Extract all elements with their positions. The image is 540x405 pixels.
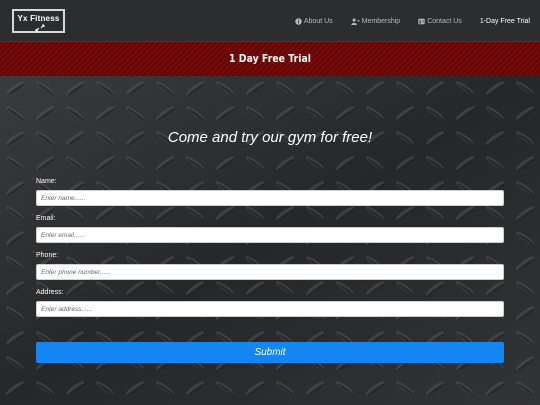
expand-arrows-icon <box>35 24 45 32</box>
brand-name: Yx Fitness <box>17 14 60 23</box>
nav-item-label: Contact Us <box>427 17 462 25</box>
nav-item-label: About Us <box>303 17 333 25</box>
info-icon <box>295 17 302 25</box>
nav-item-membership[interactable]: Membership <box>350 17 401 25</box>
name-field[interactable] <box>36 190 504 206</box>
required-marker: * <box>32 177 35 183</box>
nav-item-about-us[interactable]: About Us <box>295 18 333 25</box>
required-marker: * <box>32 288 35 294</box>
email-label: * Email: <box>32 214 56 222</box>
brand-logo[interactable]: Yx Fitness <box>12 9 65 33</box>
required-marker: * <box>32 251 35 257</box>
main-nav: About Us Membership Contact Us 1-Day Fre… <box>277 0 530 42</box>
nav-item-label: Membership <box>361 17 401 25</box>
phone-field[interactable] <box>36 264 504 280</box>
user-plus-icon <box>350 18 360 25</box>
contact-card-icon <box>418 18 425 24</box>
address-field[interactable] <box>36 301 504 317</box>
top-navbar: Yx Fitness About Us Membership Contact U… <box>0 0 540 42</box>
email-field[interactable] <box>36 227 504 243</box>
nav-item-free-trial[interactable]: 1-Day Free Trial <box>480 18 530 25</box>
nav-item-label: 1-Day Free Trial <box>479 17 530 25</box>
signup-section: Come and try our gym for free! * Name: *… <box>0 76 540 405</box>
page-title-banner: 1 Day Free Trial <box>0 42 540 76</box>
phone-label: * Phone: <box>32 251 59 259</box>
form-headline: Come and try our gym for free! <box>167 129 373 146</box>
submit-button[interactable]: Submit <box>36 342 504 363</box>
name-label: * Name: <box>32 177 57 185</box>
nav-item-contact-us[interactable]: Contact Us <box>418 18 462 25</box>
address-label: * Address: <box>32 288 64 296</box>
required-marker: * <box>32 214 35 220</box>
page-title: 1 Day Free Trial <box>229 52 311 65</box>
